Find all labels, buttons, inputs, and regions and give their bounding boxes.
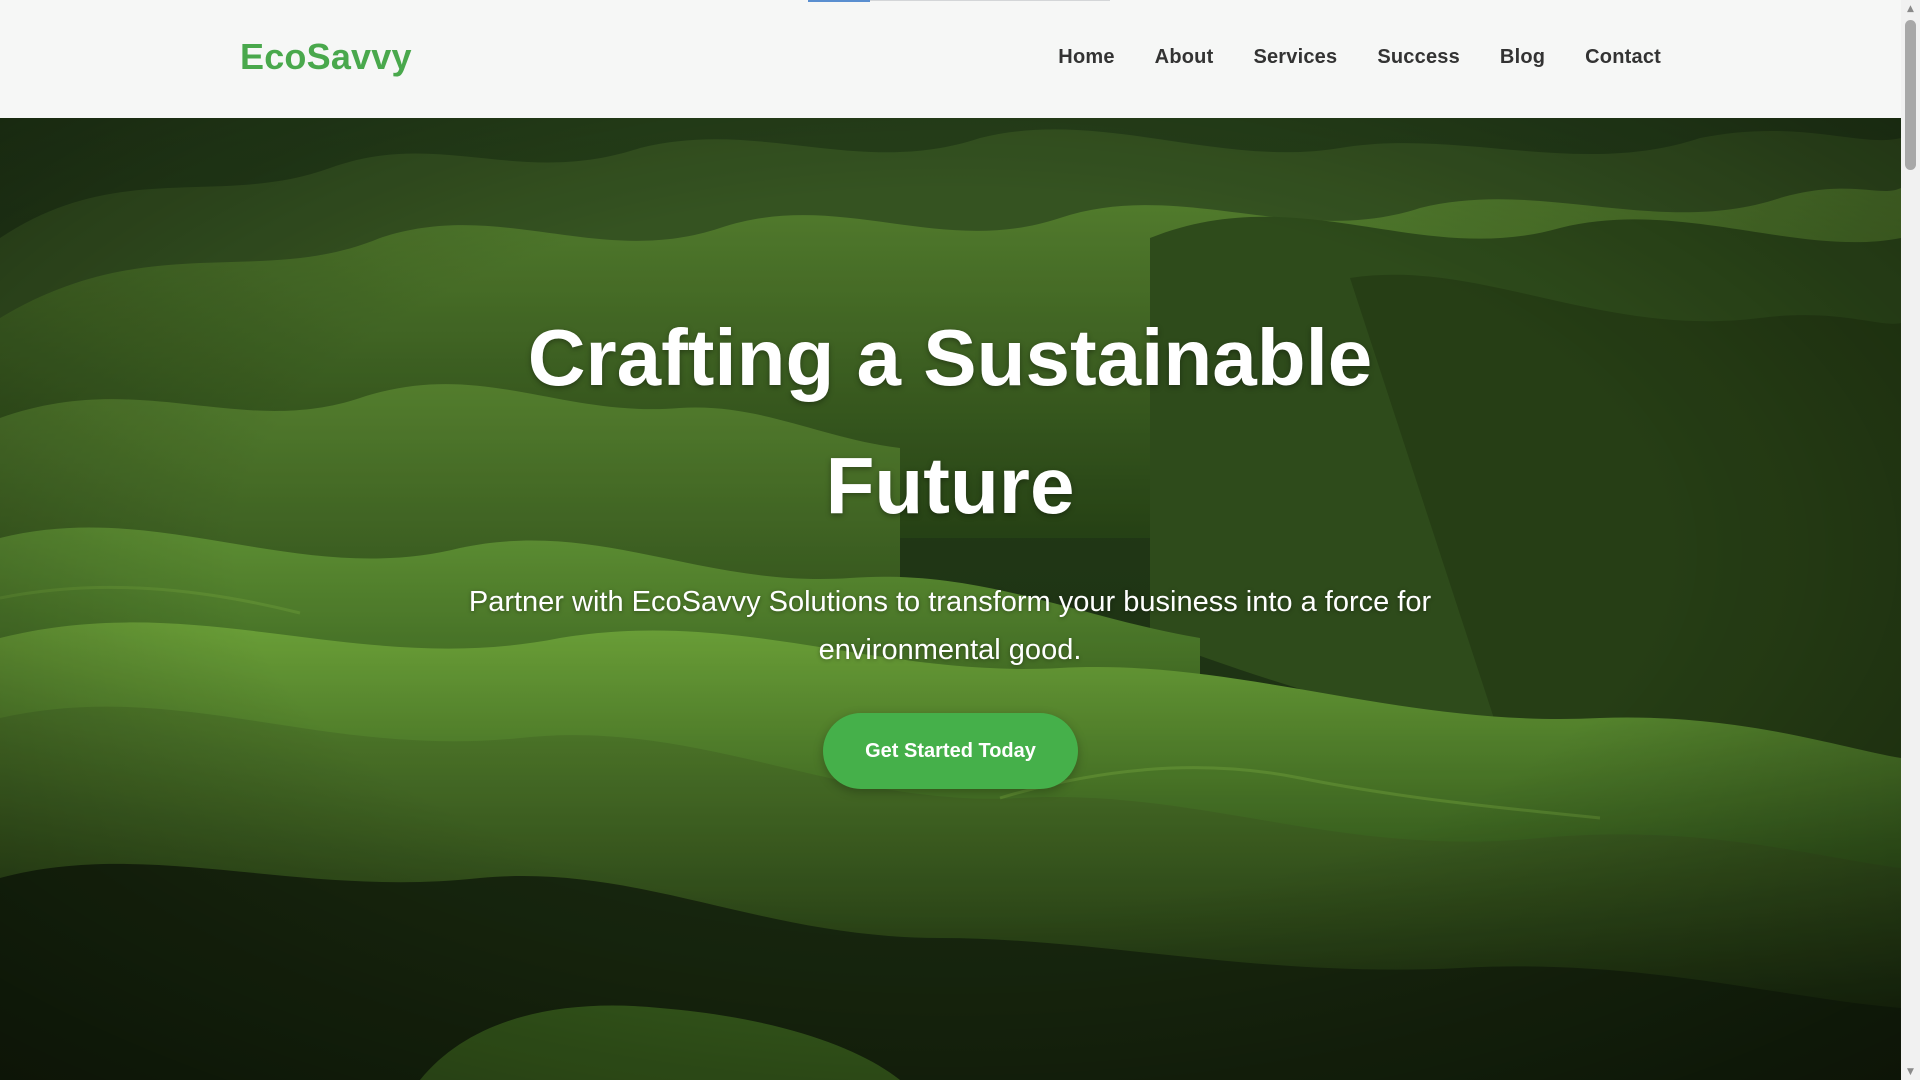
loading-progress-track [870,0,1110,1]
get-started-button[interactable]: Get Started Today [823,713,1078,789]
nav-blog[interactable]: Blog [1500,46,1545,69]
hero-subtitle: Partner with EcoSavvy Solutions to trans… [468,586,1432,666]
chevron-up-icon[interactable]: ▲ [1901,0,1920,17]
scrollbar-thumb[interactable] [1905,20,1916,170]
main-nav: Home About Services Success Blog Contact [1058,46,1661,69]
nav-about[interactable]: About [1155,46,1214,69]
site-header: EcoSavvy Home About Services Success Blo… [0,0,1901,118]
page: EcoSavvy Home About Services Success Blo… [0,0,1920,1080]
nav-home[interactable]: Home [1058,46,1114,69]
loading-progress-bar [808,0,870,2]
hero-section: Crafting a Sustainable Future Partner wi… [0,118,1901,1080]
hero-title: Crafting a Sustainable Future [527,313,1373,530]
nav-contact[interactable]: Contact [1585,46,1661,69]
nav-success[interactable]: Success [1377,46,1460,69]
chevron-down-icon[interactable]: ▼ [1901,1063,1920,1080]
site-logo[interactable]: EcoSavvy [240,36,412,78]
page-scrollbar[interactable]: ▲ ▼ [1901,0,1920,1080]
nav-services[interactable]: Services [1253,46,1337,69]
